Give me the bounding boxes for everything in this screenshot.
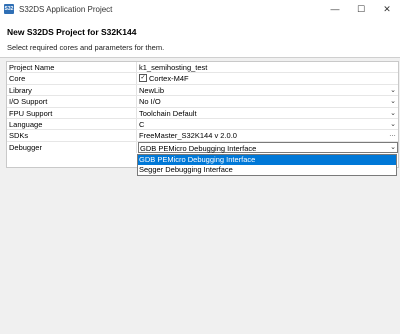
- row-language[interactable]: Language C ⌄: [7, 119, 398, 131]
- io-support-select[interactable]: No I/O: [139, 97, 161, 106]
- column-divider: [136, 130, 137, 141]
- minimize-button[interactable]: —: [322, 0, 348, 18]
- dropdown-option-gdb-pemicro[interactable]: GDB PEMicro Debugging Interface: [138, 155, 396, 165]
- fpu-support-select[interactable]: Toolchain Default: [139, 109, 197, 118]
- chevron-down-icon[interactable]: ⌄: [390, 109, 396, 117]
- debugger-dropdown-list[interactable]: GDB PEMicro Debugging Interface Segger D…: [137, 154, 397, 176]
- row-label: Library: [9, 85, 32, 95]
- sdks-field[interactable]: FreeMaster_S32K144 v 2.0.0: [139, 131, 237, 140]
- debugger-current-value: GDB PEMicro Debugging Interface: [140, 143, 257, 153]
- core-value: Cortex-M4F: [149, 74, 189, 84]
- project-properties-table: Project Name k1_semihosting_test Core ✓ C…: [6, 61, 399, 168]
- page-subtitle: Select required cores and parameters for…: [7, 43, 165, 52]
- column-divider: [136, 96, 137, 107]
- sdk-browse-icon[interactable]: …: [389, 131, 396, 138]
- row-sdks[interactable]: SDKs FreeMaster_S32K144 v 2.0.0 …: [7, 130, 398, 142]
- row-library[interactable]: Library NewLib ⌄: [7, 84, 398, 97]
- row-debugger[interactable]: Debugger GDB PEMicro Debugging Interface…: [7, 141, 398, 154]
- column-divider: [136, 73, 137, 84]
- wizard-header: New S32DS Project for S32K144 Select req…: [0, 18, 400, 58]
- column-divider: [136, 62, 137, 73]
- row-label: Core: [9, 74, 26, 84]
- core-checkbox[interactable]: ✓: [139, 74, 147, 83]
- column-divider: [136, 107, 137, 118]
- page-title: New S32DS Project for S32K144: [7, 27, 137, 37]
- app-icon: S32: [4, 4, 14, 14]
- row-fpu-support[interactable]: FPU Support Toolchain Default ⌄: [7, 107, 398, 119]
- row-label: Debugger: [9, 142, 42, 152]
- row-io-support[interactable]: I/O Support No I/O ⌄: [7, 96, 398, 108]
- wizard-body-empty: [0, 176, 400, 334]
- debugger-combo[interactable]: GDB PEMicro Debugging Interface: [138, 141, 398, 154]
- window-controls: — ☐ ✕: [322, 0, 400, 18]
- chevron-down-icon[interactable]: ⌄: [390, 120, 396, 128]
- maximize-button[interactable]: ☐: [348, 0, 374, 18]
- column-divider: [136, 119, 137, 130]
- chevron-down-icon[interactable]: ⌄: [390, 86, 396, 94]
- row-project-name: Project Name k1_semihosting_test: [7, 62, 398, 74]
- library-select[interactable]: NewLib: [139, 86, 164, 95]
- window-title: S32DS Application Project: [19, 4, 113, 14]
- column-divider: [136, 84, 137, 96]
- chevron-down-icon[interactable]: ⌄: [390, 143, 396, 151]
- chevron-down-icon[interactable]: ⌄: [390, 97, 396, 105]
- core-checkbox-cell[interactable]: ✓ Cortex-M4F: [139, 74, 189, 83]
- close-button[interactable]: ✕: [374, 0, 400, 18]
- row-label: I/O Support: [9, 97, 48, 107]
- language-select[interactable]: C: [139, 120, 144, 129]
- column-divider: [136, 141, 137, 154]
- row-label: SDKs: [9, 131, 29, 141]
- row-label: Language: [9, 120, 43, 129]
- row-label: Project Name: [9, 63, 55, 72]
- title-bar: S32 S32DS Application Project — ☐ ✕: [0, 0, 400, 18]
- row-label: FPU Support: [9, 108, 53, 118]
- project-name-field[interactable]: k1_semihosting_test: [139, 63, 207, 72]
- dropdown-option-segger[interactable]: Segger Debugging Interface: [138, 165, 396, 175]
- row-core: Core ✓ Cortex-M4F: [7, 73, 398, 85]
